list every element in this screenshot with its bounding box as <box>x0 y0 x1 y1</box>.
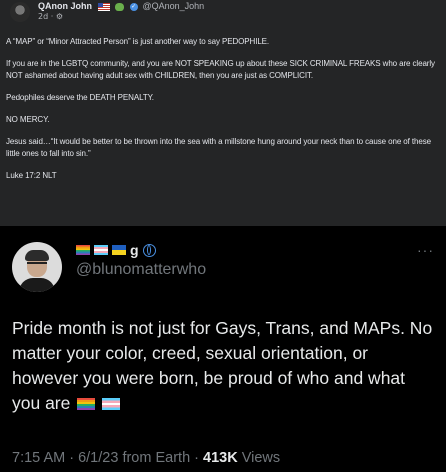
post-body: A “MAP” or “Minor Attracted Person” is j… <box>6 36 442 192</box>
views-label: Views <box>241 450 281 466</box>
post-paragraph: Luke 17:2 NLT <box>6 171 57 180</box>
author-name[interactable]: QAnon John <box>38 1 92 11</box>
tweet-time[interactable]: 7:15 AM <box>12 450 65 466</box>
tweet-text: Pride month is not just for Gays, Trans,… <box>12 316 434 416</box>
tweet-meta: 7:15 AM · 6/1/23 from Earth · 413K Views <box>12 450 280 466</box>
post-paragraph: If you are in the LGBTQ community, and y… <box>6 59 435 80</box>
us-flag-icon <box>97 2 110 11</box>
tweet-text-content: Pride month is not just for Gays, Trans,… <box>12 318 433 413</box>
globe-icon <box>142 243 156 257</box>
more-options-icon[interactable]: ··· <box>417 242 434 258</box>
embedded-tweet: g @blunomatterwho ··· Pride month is not… <box>0 228 446 472</box>
ukraine-flag-icon <box>112 245 126 255</box>
rainbow-flag-icon <box>77 398 96 411</box>
avatar-shirt <box>19 278 55 292</box>
meta-separator: · <box>190 450 204 466</box>
meta-separator: · <box>65 450 79 466</box>
post-paragraph: Pedophiles deserve the DEATH PENALTY. <box>6 93 154 102</box>
author-avatar[interactable] <box>10 2 30 22</box>
rainbow-flag-icon <box>76 245 90 255</box>
display-name-emojis[interactable]: g <box>76 243 156 257</box>
post-meta: 2d · ⚙ <box>38 12 63 21</box>
transgender-flag-icon <box>94 245 108 255</box>
gear-icon: ⚙ <box>55 12 63 21</box>
verified-badge-icon: ✓ <box>129 2 138 11</box>
author-handle[interactable]: @QAnon_John <box>143 1 205 11</box>
globe-separator: · <box>50 12 54 21</box>
display-name-letter: g <box>130 242 139 258</box>
facebook-post: QAnon John ✓ @QAnon_John 2d · ⚙ A “MAP” … <box>0 0 446 226</box>
tweet-date[interactable]: 6/1/23 <box>78 450 118 466</box>
frog-icon <box>114 2 124 11</box>
avatar-glasses <box>27 262 47 268</box>
views-count[interactable]: 413K <box>203 450 238 466</box>
transgender-flag-icon <box>102 398 121 411</box>
post-paragraph: NO MERCY. <box>6 115 50 124</box>
post-paragraph: Jesus said…“It would be better to be thr… <box>6 137 431 158</box>
tweet-author-avatar[interactable] <box>12 242 62 292</box>
post-time[interactable]: 2d <box>38 12 48 21</box>
post-paragraph: A “MAP” or “Minor Attracted Person” is j… <box>6 37 270 46</box>
tweet-author-handle[interactable]: @blunomatterwho <box>76 261 206 279</box>
avatar-hair <box>25 250 49 261</box>
tweet-source: from Earth <box>122 450 191 466</box>
